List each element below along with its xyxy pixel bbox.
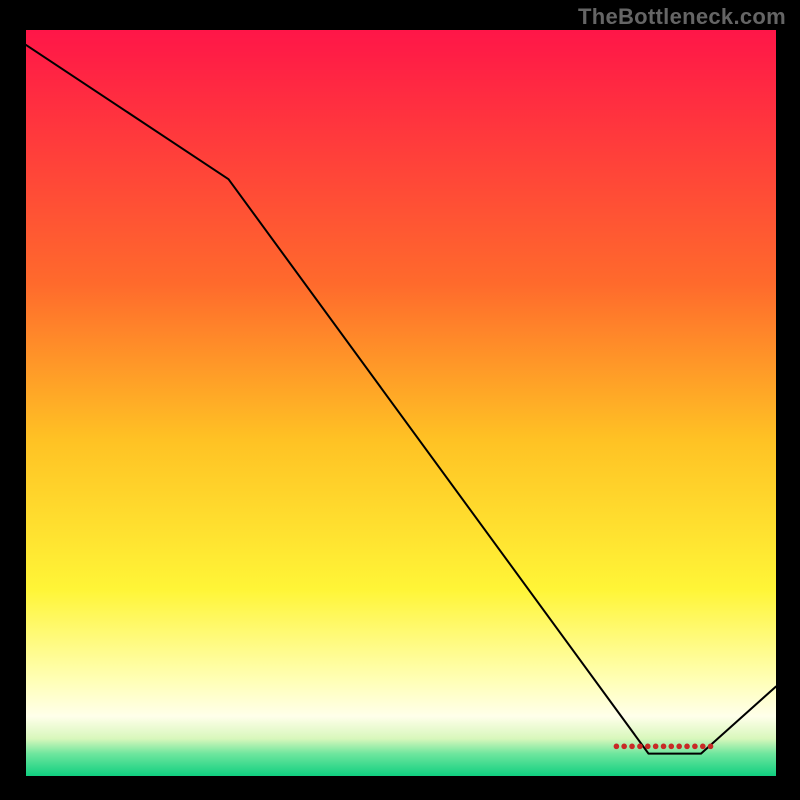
chart-svg: ●●●●●●●●●●●●● [0,0,800,800]
chart-border-top [0,0,800,30]
chart-border-bottom [0,776,800,800]
chart-marker-label: ●●●●●●●●●●●●● [612,738,714,753]
chart-background [26,30,776,776]
chart-container: ●●●●●●●●●●●●● TheBottleneck.com [0,0,800,800]
chart-border-left [0,0,26,800]
chart-border-right [776,0,800,800]
